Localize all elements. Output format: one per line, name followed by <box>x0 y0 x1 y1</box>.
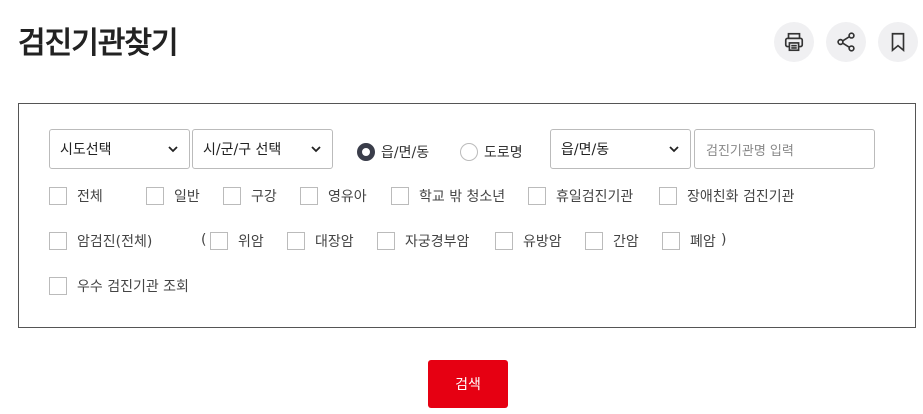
sido-select[interactable]: 시도선택 <box>49 129 190 169</box>
checkbox-box[interactable] <box>391 187 409 205</box>
checkbox-box[interactable] <box>146 187 164 205</box>
share-icon <box>837 32 855 52</box>
checkbox-label: 전체 <box>77 189 103 205</box>
radio-eupmyeondong[interactable]: 읍/면/동 <box>357 142 429 162</box>
checkbox-label: 구강 <box>251 189 277 205</box>
checkbox-lung-cancer[interactable]: 폐암 <box>662 231 716 251</box>
dong-select-value: 읍/면/동 <box>561 142 610 158</box>
checkbox-label: 위암 <box>238 234 264 250</box>
checkbox-box[interactable] <box>300 187 318 205</box>
sido-select-value: 시도선택 <box>60 142 112 158</box>
institution-name-input[interactable]: 검진기관명 입력 <box>694 129 875 169</box>
checkbox-cervical-cancer[interactable]: 자궁경부암 <box>377 231 469 251</box>
checkbox-box[interactable] <box>287 232 305 250</box>
page-title: 검진기관찾기 <box>18 26 179 61</box>
share-button[interactable] <box>826 22 866 62</box>
radio-circle[interactable] <box>460 143 478 161</box>
checkbox-holiday-institution[interactable]: 휴일검진기관 <box>528 186 633 206</box>
checkbox-box[interactable] <box>495 232 513 250</box>
checkbox-box[interactable] <box>210 232 228 250</box>
bookmark-icon <box>891 32 905 53</box>
checkbox-out-of-school-youth[interactable]: 학교 밖 청소년 <box>391 186 505 206</box>
radio-circle[interactable] <box>357 143 375 161</box>
checkbox-label: 영유아 <box>328 189 367 205</box>
checkbox-general[interactable]: 일반 <box>146 186 200 206</box>
checkbox-box[interactable] <box>528 187 546 205</box>
radio-label: 읍/면/동 <box>381 145 430 161</box>
checkbox-liver-cancer[interactable]: 간암 <box>585 231 639 251</box>
print-button[interactable] <box>774 22 814 62</box>
checkbox-label: 간암 <box>613 234 639 250</box>
checkbox-label: 대장암 <box>315 234 354 250</box>
checkbox-label: 휴일검진기관 <box>556 189 634 205</box>
checkbox-box[interactable] <box>659 187 677 205</box>
checkbox-box[interactable] <box>223 187 241 205</box>
bookmark-button[interactable] <box>878 22 918 62</box>
checkbox-infant[interactable]: 영유아 <box>300 186 367 206</box>
checkbox-stomach-cancer[interactable]: 위암 <box>210 231 264 251</box>
open-paren: ( <box>201 232 207 248</box>
checkbox-label: 자궁경부암 <box>405 234 470 250</box>
checkbox-colon-cancer[interactable]: 대장암 <box>287 231 354 251</box>
chevron-down-icon <box>669 146 679 153</box>
printer-icon <box>784 32 804 52</box>
search-filter-panel: 시도선택 시/군/구 선택 읍/면/동 도로명 읍/면/동 검진기관명 입력 전… <box>18 103 916 328</box>
checkbox-label: 학교 밖 청소년 <box>419 189 506 205</box>
checkbox-excellent-institution[interactable]: 우수 검진기관 조회 <box>49 276 189 296</box>
search-button[interactable]: 검색 <box>428 360 508 408</box>
checkbox-disability-friendly[interactable]: 장애친화 검진기관 <box>659 186 795 206</box>
checkbox-label: 우수 검진기관 조회 <box>77 279 189 295</box>
dong-select[interactable]: 읍/면/동 <box>550 129 691 169</box>
checkbox-box[interactable] <box>662 232 680 250</box>
sigungu-select-value: 시/군/구 선택 <box>203 142 282 158</box>
close-paren: ) <box>721 232 727 248</box>
chevron-down-icon <box>168 146 178 153</box>
checkbox-oral[interactable]: 구강 <box>223 186 277 206</box>
checkbox-box[interactable] <box>585 232 603 250</box>
checkbox-label: 암검진(전체) <box>77 234 153 250</box>
radio-label: 도로명 <box>484 145 523 161</box>
checkbox-box[interactable] <box>49 232 67 250</box>
checkbox-box[interactable] <box>49 187 67 205</box>
sigungu-select[interactable]: 시/군/구 선택 <box>192 129 333 169</box>
checkbox-box[interactable] <box>49 277 67 295</box>
checkbox-breast-cancer[interactable]: 유방암 <box>495 231 562 251</box>
radio-doroname[interactable]: 도로명 <box>460 142 523 162</box>
checkbox-cancer-all[interactable]: 암검진(전체) <box>49 231 152 251</box>
input-placeholder: 검진기관명 입력 <box>706 143 794 159</box>
checkbox-label: 장애친화 검진기관 <box>687 189 795 205</box>
checkbox-label: 유방암 <box>523 234 562 250</box>
checkbox-all[interactable]: 전체 <box>49 186 103 206</box>
chevron-down-icon <box>311 146 321 153</box>
checkbox-label: 폐암 <box>690 234 716 250</box>
checkbox-box[interactable] <box>377 232 395 250</box>
checkbox-label: 일반 <box>174 189 200 205</box>
